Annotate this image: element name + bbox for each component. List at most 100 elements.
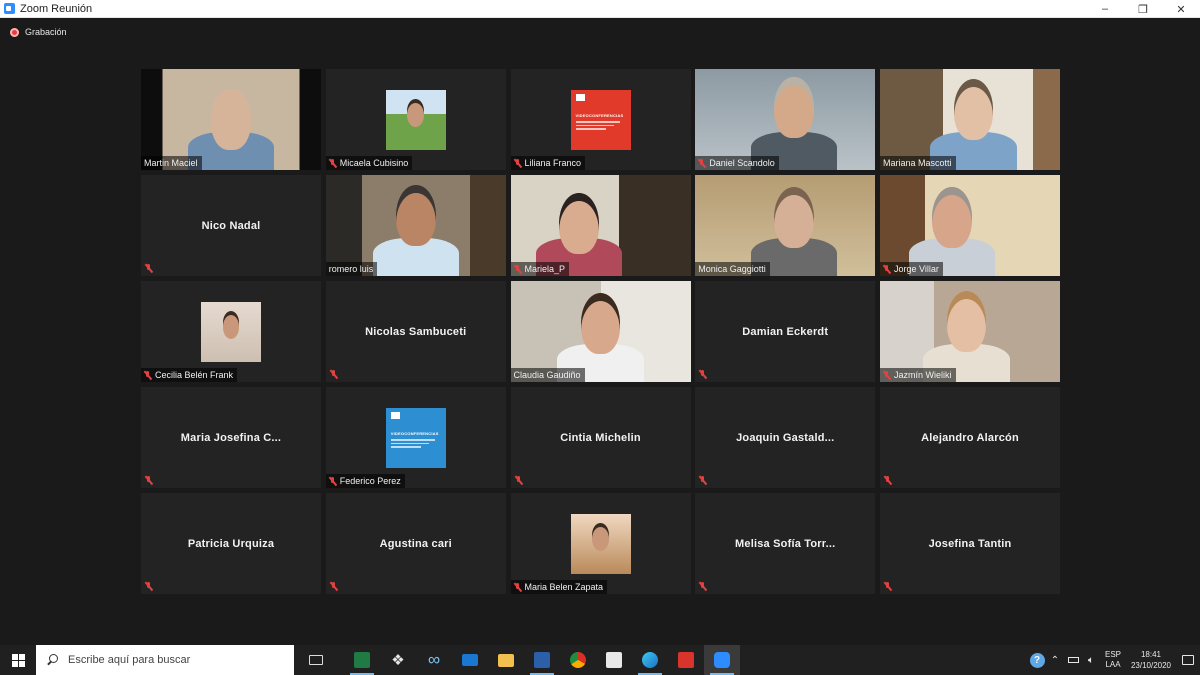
participant-tile[interactable]: Josefina Tantin [880, 493, 1060, 594]
taskbar-app-chrome[interactable] [560, 645, 596, 675]
chevron-up-icon: ⌃ [1050, 654, 1060, 666]
participant-name-tag: Federico Perez [325, 474, 405, 488]
tray-volume[interactable]: 🔈︎ [1082, 645, 1100, 675]
mic-muted-icon [145, 264, 152, 273]
search-icon [46, 654, 58, 666]
taskbar-app-store[interactable] [596, 645, 632, 675]
participant-name-tag: Claudia Gaudiño [510, 368, 585, 382]
participant-tile[interactable]: Maria Belen Zapata [510, 493, 691, 594]
participant-display-name: Cintia Michelin [560, 431, 641, 444]
start-button[interactable] [0, 645, 36, 675]
participant-tile[interactable]: Alejandro Alarcón [880, 387, 1060, 488]
record-icon [10, 27, 19, 37]
participant-tile[interactable]: Jorge Villar [880, 175, 1060, 276]
mic-muted-icon [884, 476, 891, 485]
clock-time: 18:41 [1140, 650, 1162, 659]
participant-video [510, 175, 691, 276]
recording-indicator[interactable]: Grabación [10, 27, 67, 37]
participant-name: Daniel Scandolo [709, 158, 775, 168]
participant-tile[interactable]: Mariana Mascotti [880, 69, 1060, 170]
participant-tile[interactable]: VIDEOCONFERENCIAS Federico Perez [325, 387, 506, 488]
participant-tile[interactable]: Agustina cari [325, 493, 506, 594]
participant-name-tag: Maria Belen Zapata [510, 580, 608, 594]
participant-name: Monica Gaggiotti [698, 264, 766, 274]
taskbar-app-excel[interactable] [344, 645, 380, 675]
participant-tile[interactable]: Cecilia Belén Frank [141, 281, 321, 382]
participant-display-name: Josefina Tantin [928, 537, 1012, 550]
acrobat-icon [678, 652, 694, 668]
word-icon [534, 652, 550, 668]
logo-icon [575, 93, 585, 101]
participant-name-tag: Martin Maciel [141, 156, 202, 170]
participant-display-name: Melisa Sofía Torr... [735, 537, 836, 550]
taskbar-search[interactable]: Escribe aquí para buscar [36, 645, 294, 675]
taskbar-app-infinity[interactable]: ∞ [416, 645, 452, 675]
participant-tile[interactable]: Mariela_P [510, 175, 691, 276]
participant-name: Micaela Cubisino [339, 158, 409, 168]
close-button[interactable]: ✕ [1162, 0, 1200, 18]
participant-tile[interactable]: Nico Nadal [141, 175, 321, 276]
chrome-icon [570, 652, 586, 668]
participant-tile[interactable]: Monica Gaggiotti [695, 175, 876, 276]
logo-icon [390, 411, 400, 419]
participant-name: Mariela_P [524, 264, 566, 274]
mic-muted-icon [145, 582, 152, 591]
notification-center-button[interactable] [1176, 645, 1200, 675]
participant-tile[interactable]: Jazmín Wieliki [880, 281, 1060, 382]
maximize-button[interactable]: ❐ [1124, 0, 1162, 18]
participant-name: Martin Maciel [144, 158, 198, 168]
participant-tile[interactable]: Melisa Sofía Torr... [695, 493, 876, 594]
participant-tile[interactable]: Micaela Cubisino [325, 69, 506, 170]
participant-name-tag: Mariela_P [510, 262, 570, 276]
mic-muted-icon [145, 476, 152, 485]
mic-muted-icon [514, 158, 521, 168]
participant-video [325, 175, 506, 276]
notification-icon [1182, 655, 1194, 665]
recording-label: Grabación [25, 27, 67, 37]
language-indicator[interactable]: ESP LAA [1100, 650, 1126, 670]
participant-display-name: Patricia Urquiza [187, 537, 275, 550]
participant-display-name: Damian Eckerdt [742, 325, 829, 338]
taskbar-app-mail[interactable] [452, 645, 488, 675]
participant-tile[interactable]: Cintia Michelin [510, 387, 691, 488]
taskbar-app-word[interactable] [524, 645, 560, 675]
infinity-icon: ∞ [427, 650, 441, 669]
tray-overflow[interactable]: ⌃ [1046, 645, 1064, 675]
taskbar-app-acrobat[interactable] [668, 645, 704, 675]
mic-muted-icon [514, 264, 521, 274]
minimize-button[interactable]: – [1086, 0, 1124, 18]
task-view-button[interactable] [298, 645, 334, 675]
dropbox-icon: ❖ [391, 652, 405, 669]
clock[interactable]: 18:41 23/10/2020 [1126, 649, 1176, 671]
mic-muted-icon [883, 264, 890, 274]
participant-tile[interactable]: Maria Josefina C... [141, 387, 321, 488]
taskbar-app-file-explorer[interactable] [488, 645, 524, 675]
mic-muted-icon [330, 370, 337, 379]
participant-video [880, 281, 1060, 382]
participant-tile[interactable]: Damian Eckerdt [695, 281, 876, 382]
participant-name: romero luis [328, 264, 374, 274]
tray-battery[interactable] [1064, 645, 1082, 675]
taskbar-app-dropbox[interactable]: ❖ [380, 645, 416, 675]
video-card-heading: VIDEOCONFERENCIAS [390, 431, 439, 437]
participant-tile[interactable]: Joaquin Gastald... [695, 387, 876, 488]
participant-name-tag: Mariana Mascotti [880, 156, 956, 170]
participant-tile[interactable]: Martin Maciel [141, 69, 321, 170]
search-placeholder: Escribe aquí para buscar [68, 654, 191, 666]
participant-name: Liliana Franco [524, 158, 582, 168]
tray-help[interactable]: ? [1028, 645, 1046, 675]
participant-tile[interactable]: Patricia Urquiza [141, 493, 321, 594]
participant-tile[interactable]: Nicolas Sambuceti [325, 281, 506, 382]
participant-tile[interactable]: VIDEOCONFERENCIAS Liliana Franco [510, 69, 691, 170]
participant-display-name: Nico Nadal [201, 219, 261, 232]
participant-tile[interactable]: Claudia Gaudiño [510, 281, 691, 382]
participant-tile[interactable]: romero luis [325, 175, 506, 276]
mic-muted-icon [330, 582, 337, 591]
taskbar-app-edge[interactable] [632, 645, 668, 675]
participant-tile[interactable]: Daniel Scandolo [695, 69, 876, 170]
taskbar-app-zoom[interactable] [704, 645, 740, 675]
mic-muted-icon [329, 476, 336, 486]
profile-picture [201, 301, 261, 362]
participant-name: Mariana Mascotti [883, 158, 952, 168]
mic-muted-icon [884, 582, 891, 591]
